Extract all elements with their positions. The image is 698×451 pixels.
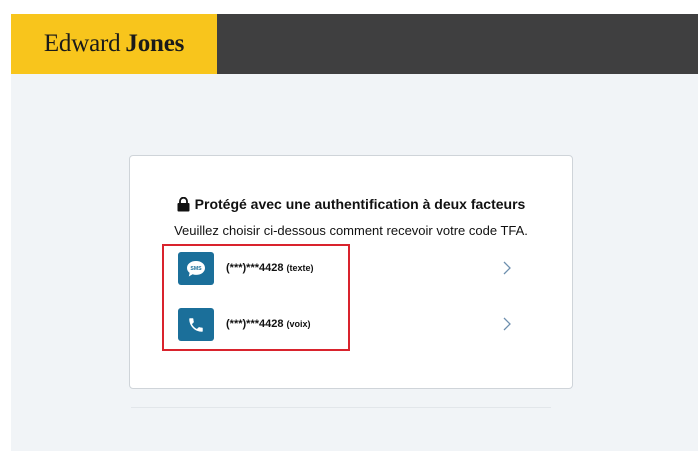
phone-icon [178,308,214,341]
header-bar: Edward Jones [11,14,698,74]
chevron-right-icon [503,261,511,275]
voice-option[interactable]: (***)***4428 (voix) [175,306,525,346]
voice-kind: (voix) [286,319,311,329]
sms-icon: SMS [178,252,214,285]
voice-number: (***)***4428 [226,318,284,330]
chevron-right-icon [503,317,511,331]
svg-text:SMS: SMS [190,266,202,272]
logo-word-second: Jones [125,30,185,57]
tfa-title-text: Protégé avec une authentification à deux… [194,196,526,212]
edward-jones-logo[interactable]: Edward Jones [11,14,217,74]
lock-icon [177,196,190,211]
footer-divider [131,407,551,408]
tfa-card: Protégé avec une authentification à deux… [129,155,573,389]
sms-option[interactable]: SMS (***)***4428 (texte) [175,250,525,290]
voice-option-label: (***)***4428 (voix) [226,318,311,330]
sms-number: (***)***4428 [226,262,284,274]
tfa-subtitle: Veuillez choisir ci-dessous comment rece… [174,223,528,238]
tfa-title: Protégé avec une authentification à deux… [130,196,572,212]
logo-word-first: Edward [43,30,121,57]
sms-kind: (texte) [286,263,314,273]
sms-option-label: (***)***4428 (texte) [226,262,314,274]
